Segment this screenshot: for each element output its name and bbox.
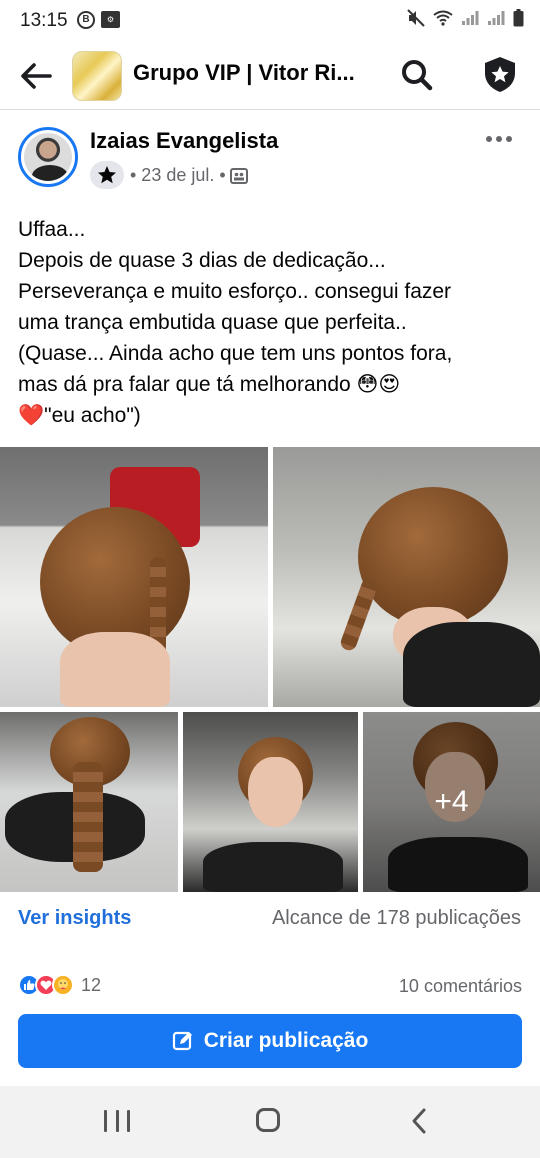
bar xyxy=(115,1110,119,1132)
post-text-line: Uffaa... xyxy=(18,218,86,241)
status-right-icons xyxy=(407,9,524,27)
care-reaction-icon xyxy=(52,974,74,996)
search-icon[interactable] xyxy=(397,55,437,95)
create-post-button[interactable]: Criar publicação xyxy=(18,1014,522,1068)
recent-apps-icon[interactable] xyxy=(104,1110,130,1134)
photo-mannequin-front[interactable] xyxy=(183,712,358,892)
group-title[interactable]: Grupo VIP | Vitor Ri... xyxy=(133,60,378,86)
star-badge[interactable] xyxy=(90,161,124,189)
signal-icon xyxy=(488,11,505,25)
home-icon[interactable] xyxy=(256,1108,280,1132)
braid-shape xyxy=(338,576,380,653)
wifi-icon xyxy=(433,10,453,26)
photo-braid-side[interactable] xyxy=(273,447,540,707)
dot xyxy=(486,136,492,142)
create-post-label: Criar publicação xyxy=(203,1029,369,1052)
app-header: Grupo VIP | Vitor Ri... xyxy=(0,42,540,110)
photo-mannequin-extra[interactable]: +4 xyxy=(363,712,540,892)
mannequin-stand xyxy=(403,622,540,707)
star-icon xyxy=(98,166,116,184)
photo-braid-back[interactable] xyxy=(0,447,268,707)
post-text-line: (Quase... Ainda acho que tem uns pontos … xyxy=(18,342,453,365)
comments-count[interactable]: 10 comentários xyxy=(399,976,522,997)
signal-icon xyxy=(462,11,479,25)
photo-braid-long[interactable] xyxy=(0,712,178,892)
post-text: Uffaa... Depois de quase 3 dias de dedic… xyxy=(18,214,528,431)
nav-back-icon[interactable] xyxy=(405,1106,435,1136)
b-circle-icon: B xyxy=(77,11,95,29)
post-meta: • 23 de jul. • xyxy=(130,165,248,186)
group-thumbnail[interactable] xyxy=(72,51,122,101)
group-privacy-icon xyxy=(229,167,248,184)
shield-star-icon[interactable] xyxy=(479,53,521,95)
reach-text: Alcance de 178 publicações xyxy=(271,907,521,929)
avatar[interactable] xyxy=(18,127,78,187)
reaction-count: 12 xyxy=(81,974,102,995)
edit-icon xyxy=(172,1031,192,1051)
mannequin-stand xyxy=(203,842,343,892)
bar xyxy=(127,1110,130,1132)
more-photos-count: +4 xyxy=(434,785,469,818)
arrow-left-icon[interactable] xyxy=(16,56,56,96)
status-left-icons: B ⚙ xyxy=(77,11,120,29)
dot xyxy=(506,136,512,142)
status-time: 13:15 xyxy=(20,10,68,31)
battery-icon xyxy=(513,9,524,27)
reactions-summary[interactable]: 12 xyxy=(18,974,101,996)
post-date[interactable]: • 23 de jul. • xyxy=(130,165,226,186)
more-photos-overlay[interactable]: +4 xyxy=(363,712,540,892)
mannequin-neck xyxy=(60,632,170,707)
more-horizontal-icon[interactable] xyxy=(484,127,514,151)
post-text-line: ❤️"eu acho") xyxy=(18,404,141,427)
post-text-line: Perseverança e muito esforço.. consegui … xyxy=(18,280,452,303)
dot xyxy=(496,136,502,142)
status-bar: 13:15 B ⚙ xyxy=(0,0,540,42)
hair-shape xyxy=(358,487,508,627)
avatar-image xyxy=(24,133,72,181)
author-name[interactable]: Izaias Evangelista xyxy=(90,128,278,154)
post-text-line: Depois de quase 3 dias de dedicação... xyxy=(18,249,386,272)
mute-icon xyxy=(407,9,425,27)
android-nav-bar xyxy=(0,1086,540,1158)
bar xyxy=(104,1110,107,1132)
settings-box-icon: ⚙ xyxy=(101,11,120,28)
mannequin-face xyxy=(248,757,303,827)
post-text-line: mas dá pra falar que tá melhorando 😳😍 xyxy=(18,373,401,396)
post-text-line: uma trança embutida quase que perfeita.. xyxy=(18,311,407,334)
braid-shape xyxy=(73,762,103,872)
insights-link[interactable]: Ver insights xyxy=(18,907,131,930)
